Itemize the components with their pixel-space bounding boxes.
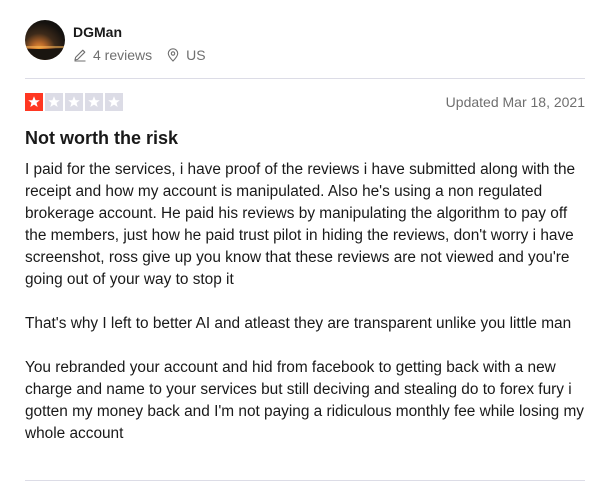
header-divider — [25, 78, 585, 79]
reviewer-name[interactable]: DGMan — [73, 24, 122, 40]
review-card: DGMan 4 reviews US Updated Mar 18, 2021 … — [0, 0, 610, 483]
review-paragraph: I paid for the services, i have proof of… — [25, 161, 576, 288]
review-paragraph: You rebranded your account and hid from … — [25, 359, 584, 442]
avatar[interactable] — [25, 20, 65, 60]
star-icon — [45, 93, 63, 111]
star-icon — [85, 93, 103, 111]
reviewer-country: US — [186, 47, 206, 63]
location-pin-icon — [166, 48, 180, 62]
star-icon — [25, 93, 43, 111]
footer-divider — [25, 480, 585, 481]
star-icon — [105, 93, 123, 111]
reviewer-meta: 4 reviews US — [73, 46, 206, 64]
review-paragraph: That's why I left to better AI and atlea… — [25, 315, 572, 332]
pencil-icon — [73, 48, 87, 62]
reviews-count: 4 reviews — [93, 47, 153, 63]
review-title[interactable]: Not worth the risk — [25, 128, 178, 149]
star-icon — [65, 93, 83, 111]
review-body: I paid for the services, i have proof of… — [25, 159, 587, 467]
review-date: Updated Mar 18, 2021 — [445, 94, 585, 110]
star-rating — [25, 93, 123, 111]
